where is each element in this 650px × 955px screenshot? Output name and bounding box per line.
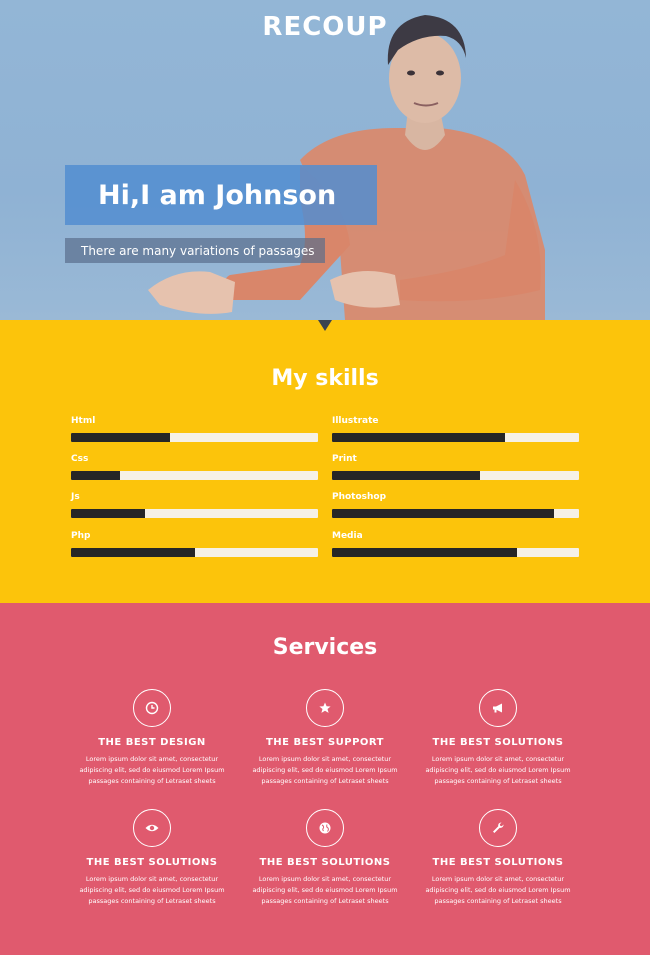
service-card: THE BEST DESIGN Lorem ipsum dolor sit ame… <box>67 689 237 787</box>
skill-photoshop: Photoshop <box>332 492 579 518</box>
skill-progress-fill <box>332 509 555 518</box>
service-description: Lorem ipsum dolor sit amet, consectetur … <box>79 755 225 785</box>
service-description: Lorem ipsum dolor sit amet, consectetur … <box>79 875 225 905</box>
skill-label: Css <box>71 454 89 464</box>
hero-subtitle-text: There are many variations of passages <box>81 243 315 258</box>
brand-logo[interactable]: RECOUP <box>0 12 650 42</box>
service-description: Lorem ipsum dolor sit amet, consectetur … <box>252 875 398 905</box>
globe-icon <box>306 809 344 847</box>
skill-label: Php <box>71 531 91 541</box>
service-title: THE BEST SOLUTIONS <box>432 737 564 748</box>
skill-progress-fill <box>332 471 481 480</box>
services-section: Services THE BEST DESIGN Lorem ipsum dolo… <box>0 603 650 955</box>
skill-illustrate: Illustrate <box>332 416 579 442</box>
skill-progress-bar <box>71 509 318 518</box>
service-description: Lorem ipsum dolor sit amet, consectetur … <box>425 875 571 905</box>
skill-label: Print <box>332 454 357 464</box>
hero-subtitle: There are many variations of passages <box>65 238 325 263</box>
hero-section: RECOUP Hi,I am Johnson There are many va… <box>0 0 650 320</box>
service-title: THE BEST SOLUTIONS <box>259 857 391 868</box>
skill-print: Print <box>332 454 579 480</box>
service-title: THE BEST SUPPORT <box>265 737 384 748</box>
hero-headline: Hi,I am Johnson <box>65 165 377 225</box>
megaphone-icon <box>479 689 517 727</box>
skill-progress-bar <box>71 548 318 557</box>
skill-label: Photoshop <box>332 492 387 502</box>
clock-icon <box>133 689 171 727</box>
hero-person-image <box>148 15 545 320</box>
skill-label: Js <box>71 492 80 502</box>
eye-icon <box>133 809 171 847</box>
skill-js: Js <box>71 492 318 518</box>
skill-progress-bar <box>332 548 579 557</box>
skill-progress-fill <box>332 433 505 442</box>
service-description: Lorem ipsum dolor sit amet, consectetur … <box>425 755 571 785</box>
skill-progress-bar <box>71 471 318 480</box>
skill-progress-fill <box>71 509 146 518</box>
services-title: Services <box>272 635 378 660</box>
skill-progress-fill <box>71 433 170 442</box>
skill-progress-fill <box>71 471 121 480</box>
skill-progress-fill <box>332 548 518 557</box>
skill-css: Css <box>71 454 318 480</box>
skill-html: Html <box>71 416 318 442</box>
skills-title: My skills <box>271 366 379 391</box>
skill-progress-bar <box>332 433 579 442</box>
service-title: THE BEST DESIGN <box>98 737 206 748</box>
service-card: THE BEST SOLUTIONS Lorem ipsum dolor sit … <box>240 809 410 907</box>
service-card: THE BEST SOLUTIONS Lorem ipsum dolor sit … <box>67 809 237 907</box>
skill-label: Html <box>71 416 96 426</box>
service-title: THE BEST SOLUTIONS <box>432 857 564 868</box>
service-card: THE BEST SOLUTIONS Lorem ipsum dolor sit … <box>413 689 583 787</box>
skills-section: My skills Html Css Js Php Illustrate Print Pho… <box>0 320 650 603</box>
service-card: THE BEST SOLUTIONS Lorem ipsum dolor sit … <box>413 809 583 907</box>
skill-progress-bar <box>332 509 579 518</box>
skill-label: Illustrate <box>332 416 379 426</box>
skill-progress-bar <box>71 433 318 442</box>
service-description: Lorem ipsum dolor sit amet, consectetur … <box>252 755 398 785</box>
hero-headline-text: Hi,I am Johnson <box>98 179 337 211</box>
skill-php: Php <box>71 531 318 557</box>
service-title: THE BEST SOLUTIONS <box>86 857 218 868</box>
skill-progress-fill <box>71 548 195 557</box>
skill-media: Media <box>332 531 579 557</box>
skill-progress-bar <box>332 471 579 480</box>
skill-label: Media <box>332 531 363 541</box>
section-pointer-arrow <box>318 320 332 331</box>
service-card: THE BEST SUPPORT Lorem ipsum dolor sit am… <box>240 689 410 787</box>
star-icon <box>306 689 344 727</box>
wrench-icon <box>479 809 517 847</box>
